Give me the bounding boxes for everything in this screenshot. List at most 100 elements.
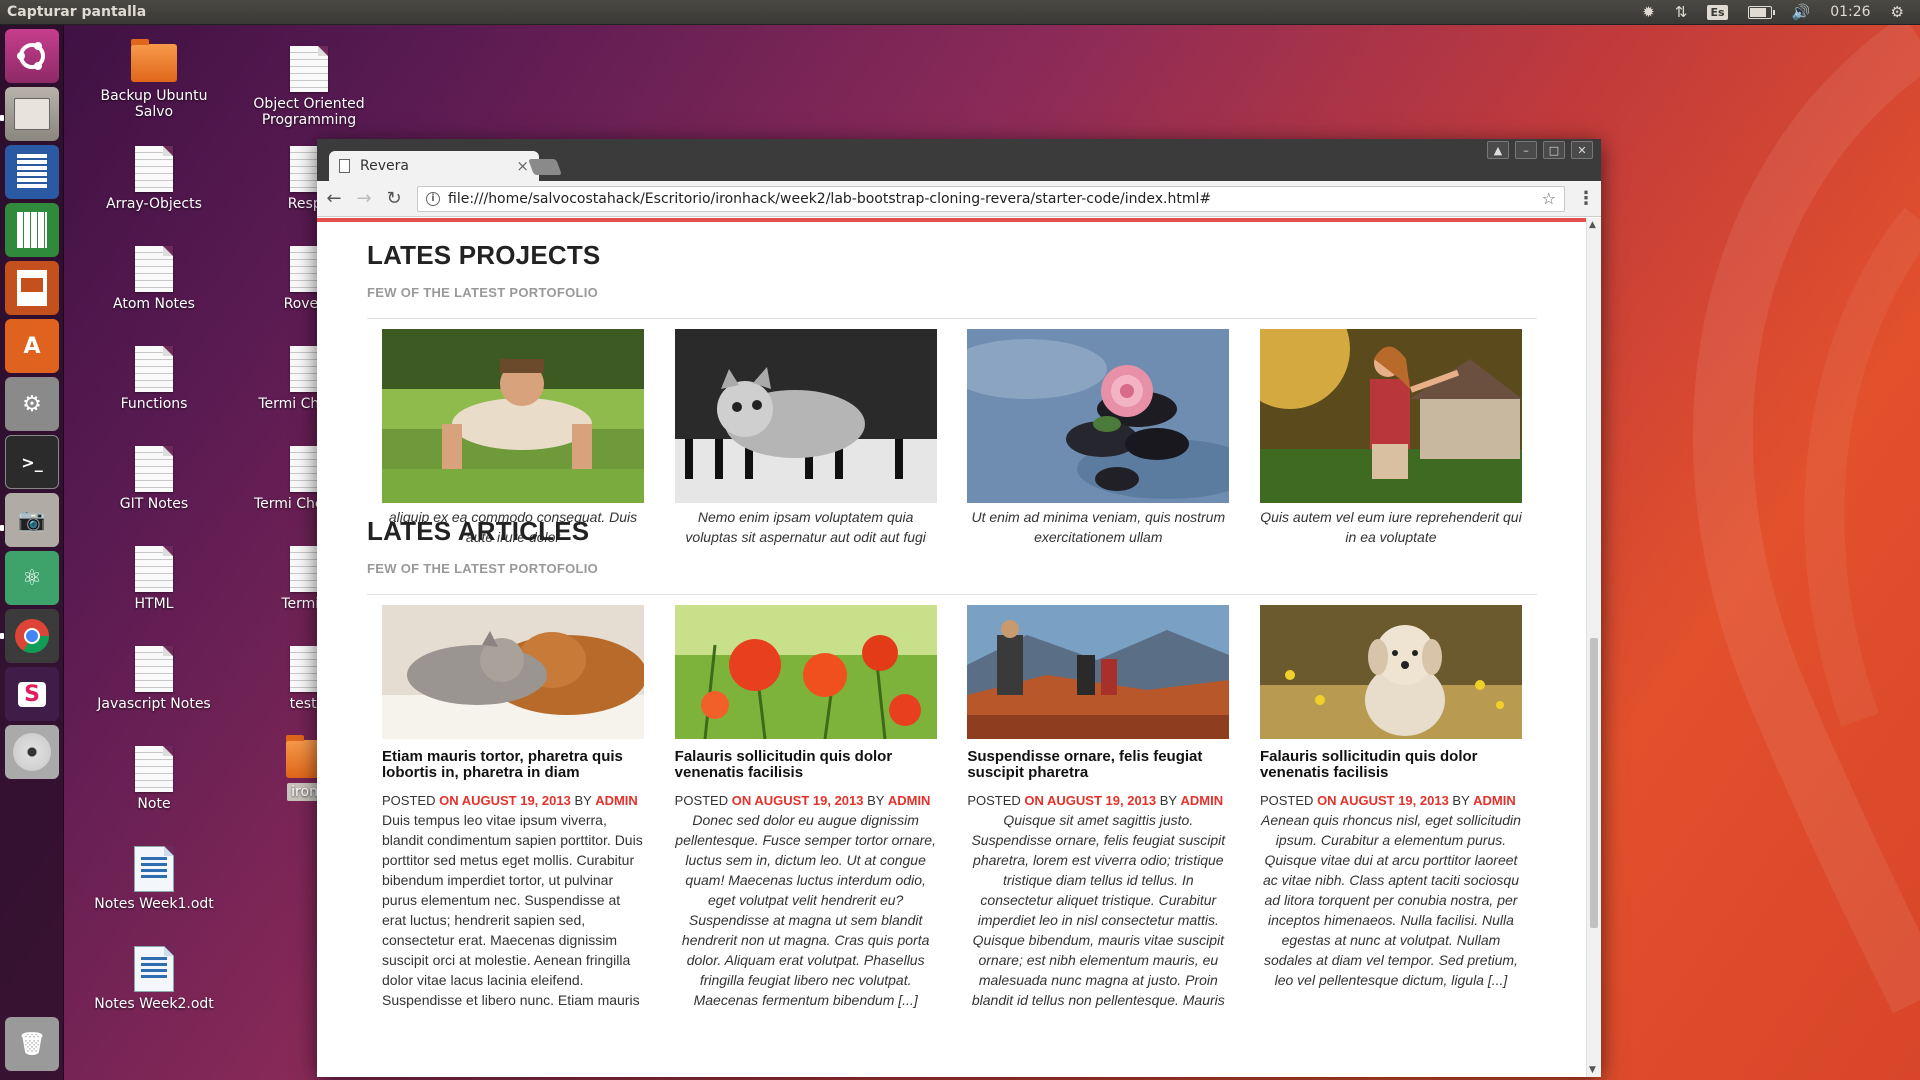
project-card[interactable]: Quis autem vel eum iure reprehenderit qu… — [1259, 329, 1522, 547]
desktop-file-oop[interactable]: Object Oriented Programming — [239, 46, 379, 128]
terminal-icon[interactable]: >_ — [5, 435, 59, 489]
profile-icon[interactable]: ▲ — [1487, 141, 1509, 159]
active-app-title: Capturar pantalla — [7, 4, 147, 20]
article-date[interactable]: ON AUGUST 19, 2013 — [1317, 793, 1449, 808]
desktop-file-atom-notes[interactable]: Atom Notes — [84, 246, 224, 312]
address-bar[interactable]: i file:///home/salvocostahack/Escritorio… — [417, 185, 1565, 212]
article-title[interactable]: Falauris sollicitudin quis dolor venenat… — [1260, 749, 1522, 781]
desktop-file-notes-week1[interactable]: Notes Week1.odt — [84, 846, 224, 912]
slack-icon[interactable]: S — [5, 667, 59, 721]
software-center-icon[interactable]: A — [5, 319, 59, 373]
divider — [367, 318, 1537, 319]
desktop-folder-backup[interactable]: Backup Ubuntu Salvo — [84, 39, 224, 120]
clock[interactable]: 01:26 — [1830, 4, 1870, 20]
article-title[interactable]: Suspendisse ornare, felis feugiat suscip… — [967, 749, 1229, 781]
browser-toolbar: ← → ↻ i file:///home/salvocostahack/Escr… — [317, 181, 1601, 217]
article-author[interactable]: ADMIN — [1181, 793, 1224, 808]
project-image-kitten[interactable] — [674, 329, 937, 503]
tab-revera[interactable]: Revera × — [329, 151, 539, 181]
article-title[interactable]: Etiam mauris tortor, pharetra quis lobor… — [382, 749, 644, 781]
keyboard-language-indicator[interactable]: Es — [1707, 4, 1728, 20]
projects-section: LATES PROJECTS FEW OF THE LATEST PORTOFO… — [367, 240, 1537, 547]
articles-subtitle: FEW OF THE LATEST PORTOFOLIO — [367, 561, 599, 576]
info-icon[interactable]: i — [426, 191, 440, 206]
projects-title: LATES PROJECTS — [367, 240, 601, 270]
article-image-poppies[interactable] — [674, 605, 937, 739]
maximize-button[interactable]: □ — [1543, 141, 1565, 159]
article-image-cat-dog[interactable] — [382, 605, 644, 739]
project-card[interactable]: aliquip ex ea commodo consequat. Duis au… — [382, 329, 644, 547]
projects-grid: aliquip ex ea commodo consequat. Duis au… — [367, 329, 1537, 547]
volume-icon[interactable]: 🔊 — [1792, 3, 1811, 21]
article-image-puppy[interactable] — [1259, 605, 1522, 739]
files-icon[interactable] — [5, 87, 59, 141]
desktop-icon-label: Notes Week2.odt — [94, 996, 214, 1012]
desktop-file-git-notes[interactable]: GIT Notes — [84, 446, 224, 512]
document-icon — [135, 646, 173, 692]
project-card[interactable]: Nemo enim ipsam voluptatem quia voluptas… — [674, 329, 937, 547]
article-meta: POSTED ON AUGUST 19, 2013 BY ADMIN — [675, 793, 937, 808]
scrollbar-thumb[interactable] — [1590, 638, 1598, 928]
trash-icon[interactable]: 🗑 — [5, 1017, 59, 1071]
minimize-button[interactable]: – — [1515, 141, 1537, 159]
running-indicator — [0, 115, 4, 121]
new-tab-button[interactable] — [528, 159, 562, 175]
impress-icon[interactable] — [5, 261, 59, 315]
posted-label: POSTED — [1259, 793, 1314, 808]
articles-grid: Etiam mauris tortor, pharetra quis lobor… — [367, 605, 1537, 1010]
desktop-file-notes-week2[interactable]: Notes Week2.odt — [84, 946, 224, 1012]
forward-arrow-icon[interactable]: → — [351, 188, 377, 209]
dvd-icon[interactable] — [5, 725, 59, 779]
article-date[interactable]: ON AUGUST 19, 2013 — [439, 793, 571, 808]
desktop-file-note[interactable]: Note — [84, 746, 224, 812]
article-meta: POSTED ON AUGUST 19, 2013 BY ADMIN — [382, 793, 644, 808]
vertical-scrollbar[interactable]: ▲ ▼ — [1586, 218, 1601, 1077]
ubuntu-dash-icon[interactable] — [5, 29, 59, 83]
reload-icon[interactable]: ↻ — [381, 188, 407, 209]
article-excerpt: Aenean quis rhoncus nisl, eget sollicitu… — [1261, 812, 1521, 988]
document-icon — [135, 446, 173, 492]
article-excerpt: Donec sed dolor eu augue dignissim pelle… — [675, 812, 936, 1008]
article-author[interactable]: ADMIN — [1473, 793, 1516, 808]
bookmark-star-icon[interactable]: ☆ — [1542, 189, 1556, 208]
url-text[interactable]: file:///home/salvocostahack/Escritorio/i… — [448, 191, 1542, 207]
battery-icon[interactable] — [1747, 5, 1775, 19]
article-date[interactable]: ON AUGUST 19, 2013 — [1024, 793, 1156, 808]
system-settings-icon[interactable]: ⚙ — [5, 377, 59, 431]
article-image-hikers[interactable] — [967, 605, 1230, 739]
writer-icon[interactable] — [5, 145, 59, 199]
atom-icon[interactable]: ⚛ — [5, 551, 59, 605]
desktop-file-javascript-notes[interactable]: Javascript Notes — [84, 646, 224, 712]
calc-icon[interactable] — [5, 203, 59, 257]
menu-kebab-icon[interactable]: ⋮ — [1577, 188, 1595, 209]
article-card: Falauris sollicitudin quis dolor venenat… — [1259, 605, 1522, 1010]
settings-gear-icon[interactable]: ✹ — [1642, 3, 1655, 21]
project-image-rose[interactable] — [967, 329, 1230, 503]
posted-label: POSTED — [967, 793, 1021, 808]
project-image-woman[interactable] — [1259, 329, 1522, 503]
by-label: BY — [1452, 793, 1470, 808]
desktop-file-html[interactable]: HTML — [84, 546, 224, 612]
close-window-button[interactable]: ✕ — [1571, 141, 1593, 159]
article-title[interactable]: Falauris sollicitudin quis dolor venenat… — [675, 749, 937, 781]
chrome-icon[interactable] — [5, 609, 59, 663]
desktop-file-functions[interactable]: Functions — [84, 346, 224, 412]
article-author[interactable]: ADMIN — [888, 793, 931, 808]
power-gear-icon[interactable]: ⚙ — [1891, 3, 1904, 21]
browser-window: Revera × ▲ – □ ✕ ← → ↻ i file:///home/sa… — [317, 139, 1601, 1077]
scroll-up-arrow-icon[interactable]: ▲ — [1589, 220, 1596, 230]
project-card[interactable]: Ut enim ad minima veniam, quis nostrum e… — [967, 329, 1230, 547]
tab-close-icon[interactable]: × — [516, 157, 529, 175]
posted-label: POSTED — [674, 793, 729, 808]
scroll-down-arrow-icon[interactable]: ▼ — [1589, 1065, 1596, 1075]
article-date[interactable]: ON AUGUST 19, 2013 — [732, 793, 864, 808]
project-image-pushups[interactable] — [382, 329, 644, 503]
window-controls: ▲ – □ ✕ — [1487, 141, 1593, 159]
odt-document-icon — [134, 946, 174, 992]
back-arrow-icon[interactable]: ← — [321, 188, 347, 209]
article-author[interactable]: ADMIN — [595, 793, 638, 808]
desktop-file-array-objects[interactable]: Array-Objects — [84, 146, 224, 212]
document-icon — [135, 546, 173, 592]
screenshot-icon[interactable]: 📷 — [5, 493, 59, 547]
network-arrows-icon[interactable]: ⇅ — [1675, 3, 1688, 21]
